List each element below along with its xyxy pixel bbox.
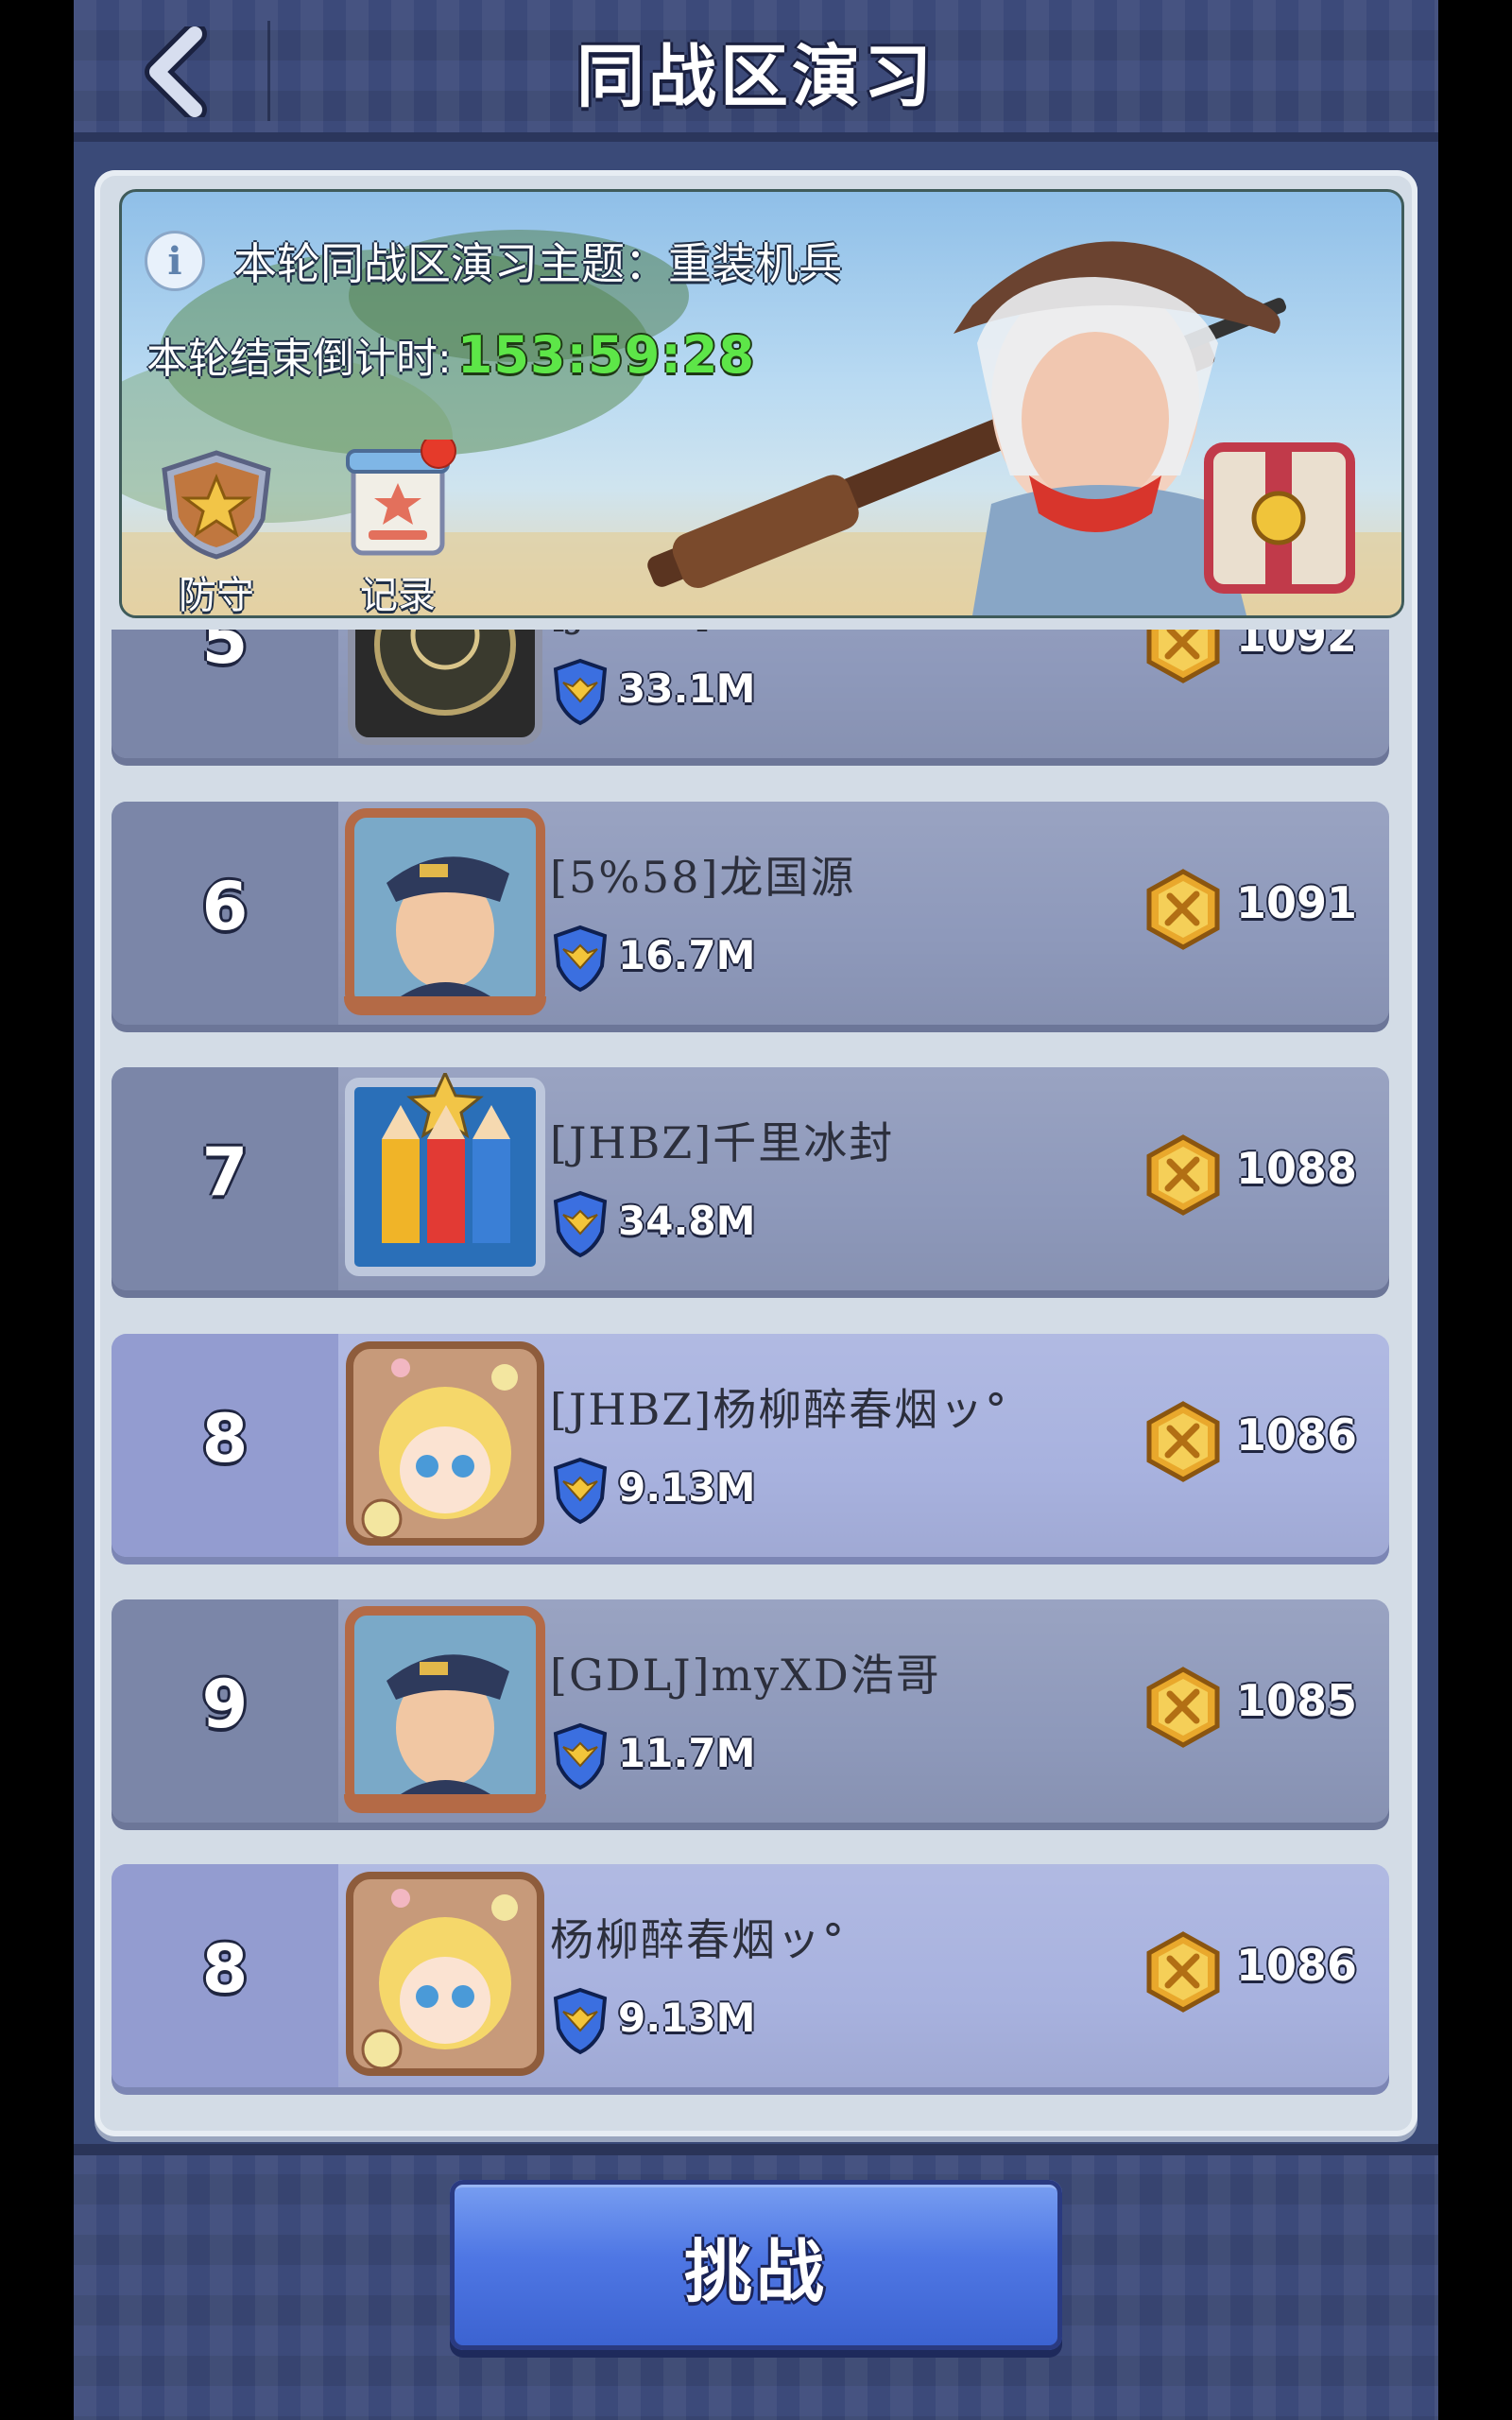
countdown-row: 本轮结束倒计时: 153:59:28 — [146, 324, 755, 385]
ranking-row[interactable]: 8 杨柳醉春烟ッ° 9.13M 1086 — [112, 1864, 1389, 2087]
ranking-list[interactable]: 5 [JHBZ]木星 33.1M 1092 6 [5%58]龙国源 16.7M 1091 7 [J… — [112, 630, 1391, 2114]
coin-avatar-icon — [348, 630, 542, 745]
anime-girl-avatar-icon — [346, 1872, 544, 2076]
player-power: 34.8M — [618, 1198, 756, 1244]
record-label: 记录 — [360, 574, 436, 617]
player-score: 1086 — [1236, 1940, 1358, 1991]
ranking-row[interactable]: 5 [JHBZ]木星 33.1M 1092 — [112, 630, 1389, 758]
theme-row: i 本轮同战区演习主题：重装机兵 — [145, 230, 842, 292]
player-name: [GDLJ]myXD浩哥 — [550, 1650, 941, 1701]
player-power: 9.13M — [618, 1995, 756, 2041]
player-name: [JHBZ]千里冰封 — [550, 1117, 895, 1168]
ranking-row[interactable]: 7 [JHBZ]千里冰封 34.8M 1088 — [112, 1067, 1389, 1290]
player-name: 杨柳醉春烟ッ° — [550, 1914, 846, 1965]
anime-girl-avatar-icon — [346, 1341, 544, 1546]
event-banner: i 本轮同战区演习主题：重装机兵 本轮结束倒计时: 153:59:28 防守 记… — [119, 189, 1404, 618]
power-shield-icon — [552, 658, 609, 726]
ranking-row[interactable]: 6 [5%58]龙国源 16.7M 1091 — [112, 802, 1389, 1025]
player-score: 1091 — [1236, 877, 1358, 928]
power-shield-icon — [552, 1987, 609, 2055]
player-avatar[interactable] — [344, 1605, 546, 1813]
captain-avatar-icon — [344, 808, 546, 1015]
player-power: 9.13M — [618, 1464, 756, 1511]
power-shield-icon — [552, 1722, 609, 1790]
rank-number: 7 — [201, 1133, 249, 1211]
top-bar: 同战区演习 — [74, 0, 1438, 142]
header-shadow — [74, 132, 1438, 142]
score-medal-icon — [1142, 630, 1225, 684]
pencils-avatar-icon — [345, 1073, 545, 1276]
theme-text: 本轮同战区演习主题：重装机兵 — [233, 238, 842, 289]
score-medal-icon — [1142, 1930, 1225, 2014]
rank-number: 8 — [201, 1930, 249, 2008]
game-screen: 同战区演习 i 本轮同战区演习主题：重装机兵 本轮结束倒计时: 153:59:2… — [74, 0, 1438, 2420]
ranking-row[interactable]: 9 [GDLJ]myXD浩哥 11.7M 1085 — [112, 1599, 1389, 1823]
defense-button[interactable]: 防守 — [150, 449, 283, 617]
score-medal-icon — [1142, 868, 1225, 951]
content-panel: i 本轮同战区演习主题：重装机兵 本轮结束倒计时: 153:59:28 防守 记… — [94, 170, 1418, 2136]
player-name: [5%58]龙国源 — [550, 852, 856, 903]
player-power: 33.1M — [618, 666, 756, 712]
player-avatar[interactable] — [344, 1870, 546, 2078]
record-button[interactable]: 记录 — [332, 433, 464, 617]
player-power: 11.7M — [618, 1730, 756, 1776]
player-avatar[interactable] — [344, 1073, 546, 1281]
info-icon[interactable]: i — [145, 231, 205, 291]
rank-number: 8 — [201, 1400, 249, 1478]
player-score: 1085 — [1236, 1675, 1358, 1726]
player-power: 16.7M — [618, 932, 756, 978]
player-avatar[interactable] — [344, 807, 546, 1015]
player-name: [JHBZ]木星 — [550, 630, 803, 639]
player-avatar[interactable] — [344, 1340, 546, 1547]
score-medal-icon — [1142, 1133, 1225, 1217]
score-medal-icon — [1142, 1400, 1225, 1483]
power-shield-icon — [552, 925, 609, 993]
score-medal-icon — [1142, 1666, 1225, 1749]
notification-dot — [421, 433, 456, 469]
shield-star-icon — [162, 450, 271, 560]
rank-number: 5 — [201, 630, 249, 679]
power-shield-icon — [552, 1190, 609, 1258]
rank-number: 9 — [201, 1666, 249, 1743]
challenge-label: 挑战 — [683, 2231, 828, 2311]
ranking-row[interactable]: 8 [JHBZ]杨柳醉春烟ッ° 9.13M 1086 — [112, 1334, 1389, 1557]
player-name: [JHBZ]杨柳醉春烟ッ° — [550, 1384, 1009, 1435]
countdown-label: 本轮结束倒计时: — [146, 335, 452, 383]
power-shield-icon — [552, 1457, 609, 1525]
record-scroll-icon — [346, 433, 456, 556]
rank-number: 6 — [201, 868, 249, 945]
bottom-bar-edge — [74, 2144, 1438, 2155]
player-score: 1088 — [1236, 1143, 1358, 1194]
player-avatar[interactable] — [344, 630, 546, 749]
countdown-value: 153:59:28 — [456, 324, 756, 385]
player-score: 1092 — [1236, 630, 1358, 662]
challenge-button[interactable]: 挑战 — [450, 2180, 1062, 2350]
captain-avatar-icon — [344, 1606, 546, 1813]
player-score: 1086 — [1236, 1409, 1358, 1461]
page-title: 同战区演习 — [576, 37, 936, 116]
defense-label: 防守 — [179, 574, 254, 617]
